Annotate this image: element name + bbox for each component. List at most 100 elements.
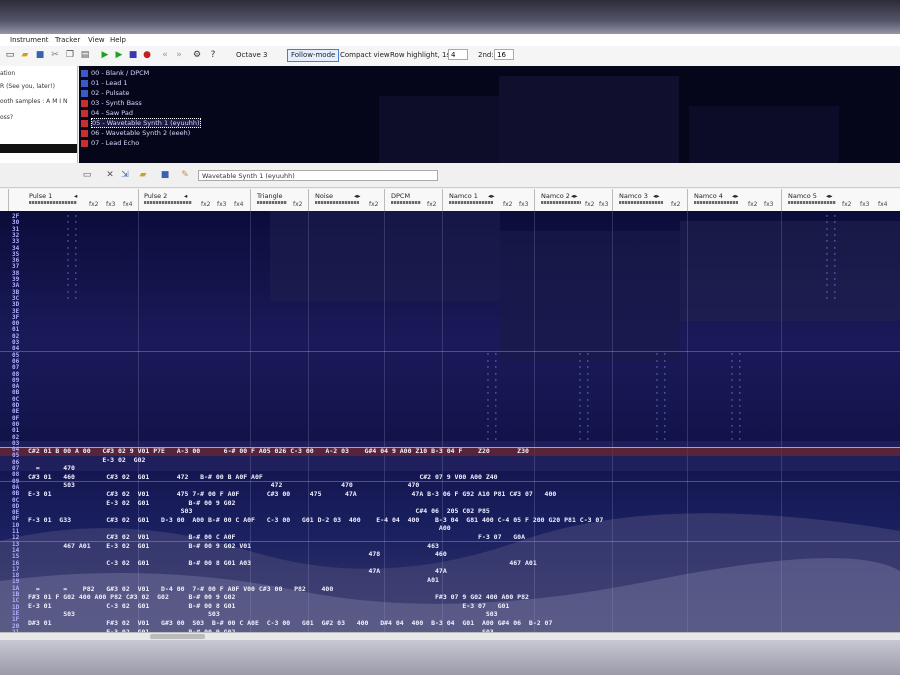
- instrument-n163-icon: [81, 109, 88, 117]
- channel-header[interactable]: Namco 4 ◂▸ fx2 fx3: [687, 189, 782, 211]
- open-folder-icon[interactable]: ▰: [20, 50, 30, 60]
- copy-icon[interactable]: ❐: [65, 50, 75, 60]
- help-icon[interactable]: ?: [208, 50, 218, 60]
- instrument-n163-icon: [81, 139, 88, 147]
- new-file-icon[interactable]: ▭: [5, 50, 15, 60]
- follow-mode-toggle[interactable]: Follow-mode: [287, 49, 340, 62]
- song-info-line: oss?: [0, 114, 14, 121]
- pattern-row[interactable]: F-3 01 G33 C#3 02 G01 D-3 00 A00 B-# 00 …: [28, 516, 603, 524]
- pattern-row[interactable]: 478 460: [28, 551, 446, 558]
- pattern-row[interactable]: C#3 02 V01 B-# 00 C A0F F-3 07 G0A: [28, 534, 525, 541]
- horizontal-scrollbar[interactable]: [0, 632, 900, 640]
- channel-header[interactable]: Namco 3 ◂▸ fx2: [612, 189, 688, 211]
- instrument-n163-icon: [81, 129, 88, 137]
- menu-view[interactable]: View: [88, 36, 105, 44]
- pattern-row[interactable]: S03 472 470 470: [28, 482, 419, 489]
- pattern-row[interactable]: D#3 01 F#3 02 V01 G#3 00 S03 B-# 00 C A0…: [28, 620, 552, 627]
- instrument-item[interactable]: 04 - Saw Pad: [81, 108, 133, 118]
- instrument-item[interactable]: 00 - Blank / DPCM: [81, 68, 149, 78]
- pattern-row[interactable]: C#2 01 B 00 A 00 C#3 02 9 V01 P7E A-3 00…: [28, 448, 529, 455]
- volume-column-mark: · ·: [730, 434, 742, 443]
- pattern-row[interactable]: A01: [28, 577, 439, 584]
- volume-column-mark: · ·: [578, 434, 590, 443]
- channel-header[interactable]: Namco 1 ◂▸ fx2 fx3: [442, 189, 535, 211]
- menu-instrument[interactable]: Instrument: [10, 36, 49, 44]
- channel-header[interactable]: Noise ◂▸ fx2: [308, 189, 385, 211]
- channel-arrows-icon[interactable]: ◂: [184, 192, 187, 200]
- pattern-row[interactable]: = = P82 G#3 02 V01 D-4 00 7-# 00 F A0F V…: [28, 585, 333, 593]
- play-icon[interactable]: ▶: [100, 50, 110, 60]
- stop-icon[interactable]: ■: [128, 50, 138, 60]
- song-info-line: ation: [0, 70, 16, 77]
- instrument-list[interactable]: 00 - Blank / DPCM 01 - Lead 1 02 - Pulsa…: [79, 66, 900, 163]
- channel-arrows-icon[interactable]: ◂▸: [653, 192, 660, 200]
- instrument-2a03-icon: [81, 89, 88, 97]
- instrument-item[interactable]: 03 - Synth Bass: [81, 98, 142, 108]
- desktop-background-bottom: [0, 640, 900, 675]
- pattern-editor[interactable]: 2F 30 31 32 33 34 35 36 37 38 39 3A 3B 3C 3D 3E 3F 00 01 02…: [0, 211, 900, 640]
- channel-header[interactable]: Triangle fx2: [250, 189, 309, 211]
- channel-arrows-icon[interactable]: ◂▸: [571, 192, 578, 200]
- pattern-row[interactable]: 47A 47A: [28, 568, 446, 575]
- song-info-line: R (See you, later!): [0, 83, 55, 90]
- channel-arrows-icon[interactable]: ◂: [74, 192, 77, 200]
- pattern-row[interactable]: E-3 01 C-3 02 G01 B-# 00 8 G01 E-3 07 G0…: [28, 602, 509, 610]
- channel-header[interactable]: Namco 2 ◂▸ fx2 fx3: [534, 189, 613, 211]
- scrollbar-thumb[interactable]: [150, 634, 205, 639]
- instrument-2a03-icon: [81, 69, 88, 77]
- pattern-row[interactable]: 467 A01 E-3 02 G01 B-# 00 9 G02 V01 463: [28, 542, 439, 550]
- pattern-row[interactable]: S03 S03 S03: [28, 611, 497, 618]
- channel-header[interactable]: DPCM fx2: [384, 189, 443, 211]
- channel-header[interactable]: Pulse 2 ◂ fx2 fx3 fx4: [138, 189, 251, 211]
- save-instrument-icon[interactable]: ■: [160, 170, 170, 180]
- channel-header[interactable]: Namco 5 ◂▸ fx2 fx3 fx4: [781, 189, 900, 211]
- channel-header[interactable]: Pulse 1 ◂ fx2 fx3 fx4: [8, 189, 139, 211]
- volume-column-mark: · ·: [825, 293, 837, 302]
- row-highlight-2nd-input[interactable]: 16: [494, 49, 514, 60]
- instrument-item[interactable]: 01 - Lead 1: [81, 78, 128, 88]
- row-highlight-2nd-label: 2nd:: [478, 51, 494, 59]
- play-loop-icon[interactable]: ▶: [114, 50, 124, 60]
- next-frame-icon[interactable]: »: [174, 50, 184, 60]
- pattern-row[interactable]: E-3 02 G01 B-# 00 9 G02: [28, 499, 235, 507]
- pattern-row[interactable]: S03 C#4 06 205 C02 P85: [28, 508, 490, 515]
- save-icon[interactable]: ■: [35, 50, 45, 60]
- pattern-row[interactable]: A00: [28, 525, 451, 532]
- edit-instrument-icon[interactable]: ✎: [180, 170, 190, 180]
- main-toolbar: ▭ ▰ ■ ✂ ❐ ▤ ▶ ▶ ■ ● « » ⚙ ? Octave 3 Fol…: [0, 46, 900, 67]
- octave-label: Octave: [236, 51, 261, 59]
- channel-arrows-icon[interactable]: ◂▸: [354, 192, 361, 200]
- row-highlight-1st-input[interactable]: 4: [448, 49, 468, 60]
- instrument-item-selected[interactable]: 05 - Wavetable Synth 1 (eyuuhh): [81, 118, 201, 128]
- pattern-row[interactable]: E-3 02 G02: [28, 456, 145, 464]
- new-instrument-icon[interactable]: ▭: [82, 170, 92, 180]
- instrument-item[interactable]: 02 - Pulsate: [81, 88, 129, 98]
- channel-header-bar: Pulse 1 ◂ fx2 fx3 fx4 Pulse 2 ◂ fx2 fx3 fx4 …: [0, 189, 900, 212]
- instrument-item[interactable]: 07 - Lead Echo: [81, 138, 139, 148]
- remove-instrument-icon[interactable]: ✕: [105, 170, 115, 180]
- volume-column-mark: · ·: [655, 434, 667, 443]
- pattern-row[interactable]: C#3 01 460 C#3 02 G01 472 B-# 00 B A0F A…: [28, 473, 498, 481]
- pattern-row[interactable]: E-3 01 C#3 02 V01 475 7-# 00 F A0F C#3 0…: [28, 491, 556, 498]
- paste-icon[interactable]: ▤: [80, 50, 90, 60]
- prev-frame-icon[interactable]: «: [160, 50, 170, 60]
- load-instrument-icon[interactable]: ▰: [138, 170, 148, 180]
- instrument-item[interactable]: 06 - Wavetable Synth 2 (eeeh): [81, 128, 190, 138]
- instrument-name-field[interactable]: Wavetable Synth 1 (eyuuhh): [198, 170, 438, 181]
- channel-arrows-icon[interactable]: ◂▸: [488, 192, 495, 200]
- pattern-row[interactable]: = 470: [28, 465, 75, 472]
- octave-value[interactable]: 3: [263, 51, 267, 59]
- channel-arrows-icon[interactable]: ◂▸: [732, 192, 739, 200]
- menu-help[interactable]: Help: [110, 36, 126, 44]
- settings-icon[interactable]: ⚙: [192, 50, 202, 60]
- menu-tracker[interactable]: Tracker: [55, 36, 80, 44]
- cut-icon[interactable]: ✂: [50, 50, 60, 60]
- channel-arrows-icon[interactable]: ◂▸: [826, 192, 833, 200]
- instrument-2a03-icon: [81, 79, 88, 87]
- pattern-row[interactable]: F#3 01 F G02 400 A00 P82 C#3 02 G02 B-# …: [28, 594, 529, 601]
- instrument-list-background: [379, 76, 839, 163]
- compact-view-toggle[interactable]: Compact view: [340, 51, 390, 59]
- pattern-row[interactable]: C-3 02 G01 B-# 00 8 G01 A03 467 A01: [28, 559, 536, 567]
- clone-instrument-icon[interactable]: ⇲: [120, 170, 130, 180]
- record-icon[interactable]: ●: [142, 50, 152, 60]
